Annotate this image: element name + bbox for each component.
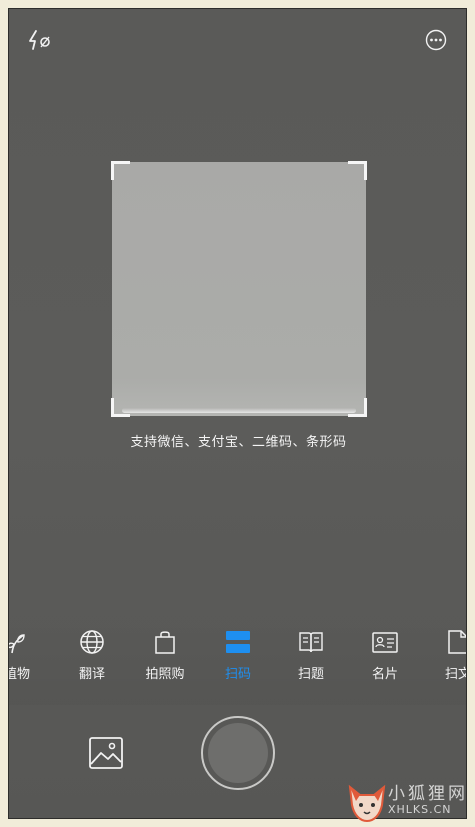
globe-icon <box>79 629 105 655</box>
book-icon <box>298 629 324 655</box>
tab-label: 拍照购 <box>145 667 185 682</box>
mode-tab-strip: 植物 翻译 <box>9 615 466 705</box>
tab-scan-code[interactable]: 扫码 <box>202 615 274 695</box>
tab-label: 翻译 <box>78 667 105 682</box>
photo-frame: 支持微信、支付宝、二维码、条形码 植物 <box>0 0 475 827</box>
scan-line <box>122 408 356 413</box>
tab-label: 扫文 <box>444 667 466 682</box>
shutter-button[interactable] <box>201 716 275 790</box>
scan-hint: 支持微信、支付宝、二维码、条形码 <box>130 435 347 450</box>
tab-label: 植物 <box>9 667 30 682</box>
tab-scan-question[interactable]: 扫题 <box>275 615 347 695</box>
flash-auto-icon[interactable] <box>27 29 53 51</box>
tab-translate[interactable]: 翻译 <box>56 615 128 695</box>
viewfinder-corner <box>348 161 367 180</box>
tab-photo-shop[interactable]: 拍照购 <box>129 615 201 695</box>
tab-label: 扫题 <box>297 667 324 682</box>
scan-code-icon <box>225 629 251 655</box>
document-icon <box>445 629 466 655</box>
shutter-inner <box>208 723 268 783</box>
shopping-bag-icon <box>152 629 178 655</box>
plant-icon <box>9 629 30 655</box>
scan-viewfinder <box>111 161 367 417</box>
gallery-icon[interactable] <box>88 736 124 770</box>
tab-label: 扫码 <box>224 667 251 682</box>
business-card-icon <box>372 629 398 655</box>
viewfinder-corner <box>111 161 130 180</box>
tab-plant[interactable]: 植物 <box>9 615 53 695</box>
fox-logo <box>348 784 386 823</box>
more-options-icon[interactable] <box>425 29 447 51</box>
watermark: 小狐狸网 XHLKS.CN <box>344 773 475 827</box>
camera-screen: 支持微信、支付宝、二维码、条形码 植物 <box>8 8 467 819</box>
tab-scan-text[interactable]: 扫文 <box>422 615 466 695</box>
tab-label: 名片 <box>371 667 398 682</box>
tab-business-card[interactable]: 名片 <box>349 615 421 695</box>
watermark-url: XHLKS.CN <box>388 803 452 816</box>
watermark-name: 小狐狸网 <box>388 784 468 804</box>
